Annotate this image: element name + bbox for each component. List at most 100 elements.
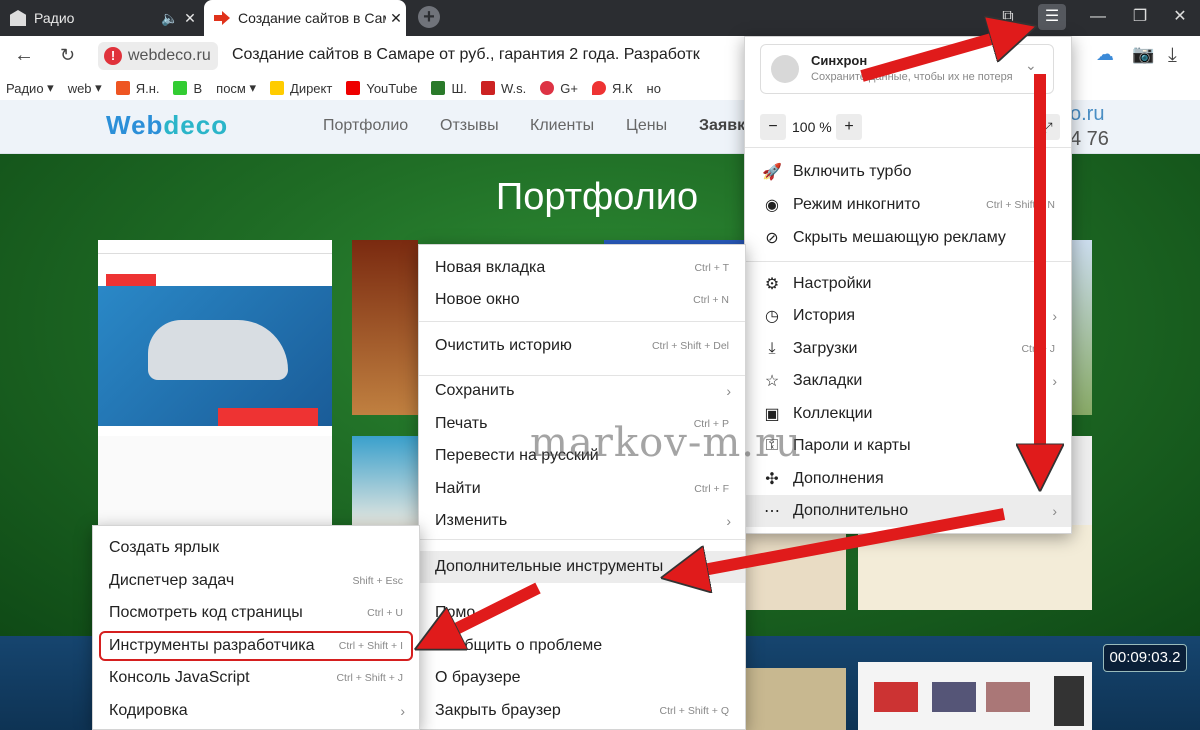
bookmark-no[interactable]: но	[647, 81, 661, 96]
tools-menu-item-1[interactable]: Диспетчер задач Shift + Esc	[93, 565, 419, 597]
tab-active[interactable]: Создание сайтов в Сам ✕	[204, 0, 406, 36]
main-menu-item-10[interactable]: ⋯ Дополнительно ›	[745, 495, 1071, 527]
highlight-box	[99, 631, 413, 661]
more-menu-label: Найти	[435, 480, 481, 497]
tab-radio[interactable]: Радио 🔈 ✕	[0, 0, 200, 36]
gear-icon: ⚙	[764, 276, 780, 293]
tab-title: Создание сайтов в Сам	[238, 10, 386, 26]
pin-icon	[591, 81, 606, 95]
main-menu-item-5[interactable]: ⤓ Загрузки Ctrl + J	[745, 333, 1071, 365]
shortcut-hint: Ctrl + U	[367, 607, 403, 619]
portfolio-thumb-7[interactable]	[858, 525, 1092, 610]
restore-button[interactable]: ❐	[1120, 0, 1160, 34]
bookmark-gplus[interactable]: G+	[540, 81, 578, 96]
main-menu-item-3[interactable]: ⚙ Настройки	[745, 268, 1071, 300]
bookmarks-icon[interactable]: ⧉	[988, 0, 1028, 34]
bookmark-radio[interactable]: Радио ▾	[6, 80, 54, 96]
tools-menu-item-0[interactable]: Создать ярлык	[93, 532, 419, 564]
minimize-button[interactable]: —	[1078, 0, 1118, 34]
portfolio-thumb-4[interactable]	[1072, 240, 1092, 415]
bookmark-direct[interactable]: Директ	[270, 81, 332, 96]
tools-menu-item-4[interactable]: Консоль JavaScript Ctrl + Shift + J	[93, 662, 419, 694]
nav-request[interactable]: Заявк	[699, 117, 745, 135]
more-menu-item-10[interactable]: Сообщить о проблеме	[419, 630, 745, 662]
more-menu-label: Очистить историю	[435, 337, 572, 354]
gplus-icon	[540, 81, 555, 95]
tools-menu-label: Создать ярлык	[109, 539, 220, 556]
main-menu-item-2[interactable]: ⊘ Скрыть мешающую рекламу	[745, 222, 1071, 254]
camera-icon[interactable]: 📷	[1132, 44, 1154, 65]
bookmark-web[interactable]: web ▾	[68, 80, 102, 96]
fullscreen-icon[interactable]: ⤢	[1034, 114, 1060, 140]
new-tab-button[interactable]: +	[418, 6, 440, 28]
nav-prices[interactable]: Цены	[626, 117, 667, 135]
bookmark-yak[interactable]: Я.К	[591, 81, 633, 96]
tools-menu-item-5[interactable]: Кодировка ›	[93, 695, 419, 727]
tools-menu-label: Посмотреть код страницы	[109, 604, 303, 621]
main-menu-label: Закладки	[793, 372, 863, 389]
bookmark-yan[interactable]: Я.н.	[115, 81, 159, 96]
main-menu-item-6[interactable]: ☆ Закладки ›	[745, 365, 1071, 397]
close-icon[interactable]: ✕	[180, 10, 200, 27]
sync-card[interactable]: Синхрон Сохраните данные, чтобы их не по…	[760, 44, 1054, 94]
url-field[interactable]: ! webdeco.ru	[98, 42, 218, 70]
sync-title: Синхрон	[811, 53, 868, 68]
tools-menu-label: Диспетчер задач	[109, 572, 235, 589]
zoom-out-button[interactable]: −	[760, 114, 786, 140]
portfolio-thumb-manual-auto[interactable]	[98, 240, 332, 530]
nav-clients[interactable]: Клиенты	[530, 117, 594, 135]
bookmark-ws[interactable]: W.s.	[480, 81, 526, 96]
more-menu-item-7[interactable]: Изменить ›	[419, 505, 745, 537]
cloud-icon[interactable]: ☁	[1096, 44, 1114, 65]
close-icon[interactable]: ✕	[386, 10, 406, 27]
portfolio-thumb-8[interactable]	[746, 668, 846, 730]
more-menu-label: Закрыть браузер	[435, 702, 561, 719]
more-menu-item-9[interactable]: Помо	[419, 597, 745, 629]
tools-menu-item-2[interactable]: Посмотреть код страницы Ctrl + U	[93, 597, 419, 629]
more-menu-item-6[interactable]: Найти Ctrl + F	[419, 473, 745, 505]
more-menu-item-1[interactable]: Новое окно Ctrl + N	[419, 284, 745, 316]
shortcut-hint: Ctrl + Shift + Q	[659, 705, 729, 717]
more-menu-item-11[interactable]: О браузере	[419, 662, 745, 694]
portfolio-thumb-6[interactable]	[746, 525, 846, 610]
site-logo[interactable]: Webdeco	[106, 110, 228, 141]
bookmark-sh[interactable]: Ш.	[431, 81, 467, 96]
download-icon: ⤓	[768, 340, 776, 357]
download-icon[interactable]: ⤓	[1168, 44, 1177, 67]
more-menu-item-2[interactable]: Очистить историю Ctrl + Shift + Del	[419, 330, 745, 362]
shortcut-hint: Ctrl + Shift + J	[336, 672, 403, 684]
block-icon: ⊘	[765, 230, 779, 247]
main-menu-label: Коллекции	[793, 405, 873, 422]
main-menu-label: Пароли и карты	[793, 437, 911, 454]
chevron-down-icon[interactable]: ⌄	[1025, 57, 1037, 74]
hamburger-menu-button[interactable]: ☰	[1038, 4, 1066, 30]
portfolio-thumb-5[interactable]	[1072, 436, 1092, 526]
close-window-button[interactable]: ✕	[1160, 0, 1200, 34]
more-menu-item-12[interactable]: Закрыть браузер Ctrl + Shift + Q	[419, 695, 745, 727]
more-icon: ⋯	[764, 503, 780, 520]
zoom-in-button[interactable]: +	[836, 114, 862, 140]
reload-icon[interactable]: ↻	[60, 45, 75, 66]
speaker-icon[interactable]: 🔈	[160, 10, 180, 27]
portfolio-thumb-2[interactable]	[352, 240, 418, 415]
main-menu-item-0[interactable]: 🚀 Включить турбо	[745, 156, 1071, 188]
nav-reviews[interactable]: Отзывы	[440, 117, 499, 135]
main-menu-item-4[interactable]: ◷ История ›	[745, 300, 1071, 332]
bookmark-youtube[interactable]: YouTube	[346, 81, 417, 96]
back-icon[interactable]: ←	[14, 44, 34, 67]
video-timer: 00:09:03.2	[1103, 644, 1187, 672]
shortcut-hint: Ctrl + Shift + N	[986, 199, 1055, 211]
main-menu-item-9[interactable]: ✣ Дополнения	[745, 463, 1071, 495]
bookmark-posm[interactable]: посм ▾	[216, 80, 256, 96]
more-menu-item-3[interactable]: Сохранить ›	[419, 375, 745, 407]
sync-subtitle: Сохраните данные, чтобы их не потеря	[811, 71, 1013, 83]
site-email-fragment: o.ru	[1070, 103, 1105, 125]
tab-title: Радио	[34, 10, 75, 26]
bookmark-v[interactable]: В	[173, 81, 202, 96]
more-menu-item-8[interactable]: Дополнительные инструменты	[419, 551, 745, 583]
more-menu-item-0[interactable]: Новая вкладка Ctrl + T	[419, 252, 745, 284]
portfolio-thumb-9[interactable]	[858, 662, 1092, 730]
nav-portfolio[interactable]: Портфолио	[323, 117, 408, 135]
portfolio-thumb-samarskaya[interactable]	[352, 436, 418, 526]
main-menu-item-1[interactable]: ◉ Режим инкогнито Ctrl + Shift + N	[745, 189, 1071, 221]
